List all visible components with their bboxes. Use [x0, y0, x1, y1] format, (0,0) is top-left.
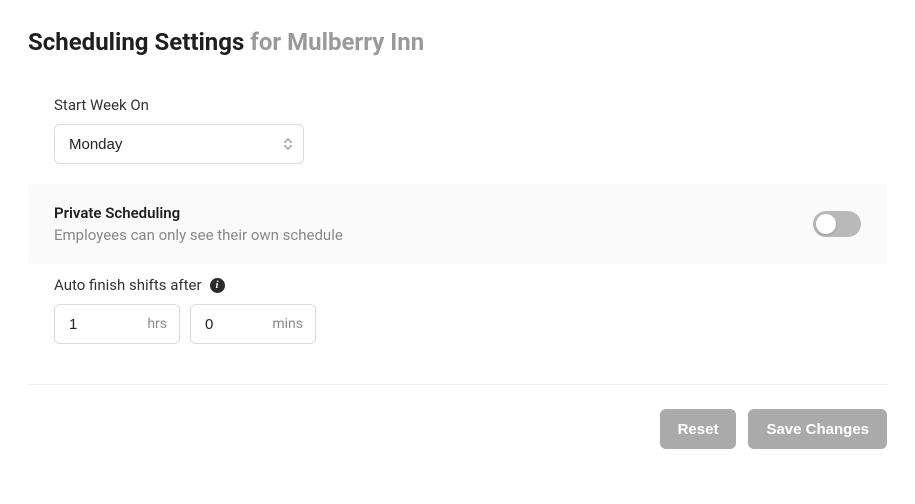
save-changes-button[interactable]: Save Changes	[748, 409, 887, 449]
minutes-unit-label: mins	[272, 316, 303, 332]
private-scheduling-title: Private Scheduling	[54, 204, 343, 222]
auto-finish-hours-field: hrs	[54, 304, 180, 344]
private-scheduling-toggle[interactable]	[813, 211, 861, 237]
footer-actions: Reset Save Changes	[28, 385, 887, 473]
private-scheduling-help: Employees can only see their own schedul…	[54, 226, 343, 244]
reset-button[interactable]: Reset	[660, 409, 737, 449]
page-title-main: Scheduling Settings	[28, 28, 244, 56]
hours-unit-label: hrs	[147, 316, 167, 332]
start-week-section: Start Week On Monday	[28, 84, 887, 184]
auto-finish-minutes-input[interactable]	[203, 315, 253, 334]
auto-finish-hours-input[interactable]	[67, 315, 117, 334]
info-icon[interactable]: i	[210, 278, 225, 293]
start-week-select[interactable]: Monday	[54, 124, 304, 164]
toggle-knob	[816, 214, 836, 234]
private-scheduling-section: Private Scheduling Employees can only se…	[28, 184, 887, 264]
auto-finish-section: Auto finish shifts after i hrs mins	[28, 264, 887, 364]
page-title: Scheduling Settings for Mulberry Inn	[28, 28, 887, 56]
start-week-label: Start Week On	[54, 96, 861, 114]
page-title-subtitle: for Mulberry Inn	[250, 28, 424, 56]
auto-finish-label: Auto finish shifts after	[54, 276, 202, 294]
auto-finish-minutes-field: mins	[190, 304, 316, 344]
